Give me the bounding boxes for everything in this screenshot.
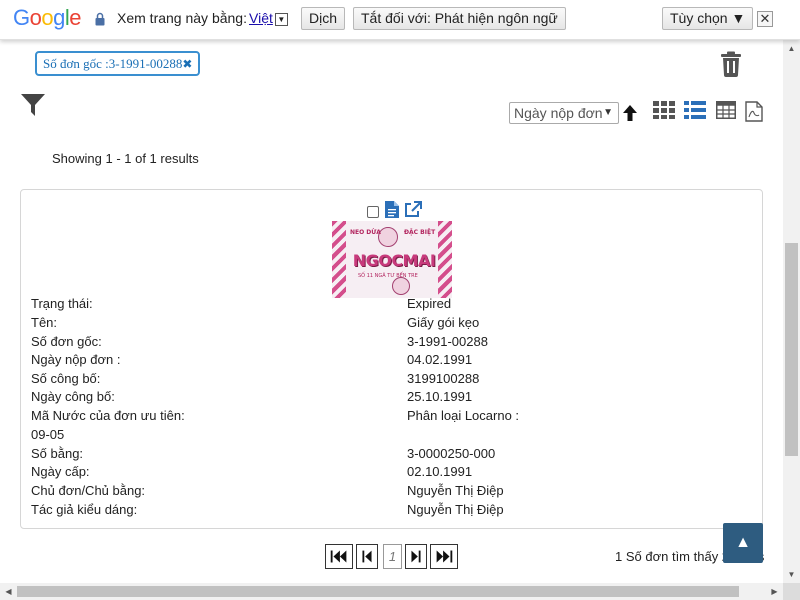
thumbnail-brand: NGOCMAI — [352, 251, 436, 270]
next-page-button[interactable] — [405, 544, 427, 569]
field-label: Ngày công bố: — [31, 389, 115, 404]
field-label: Số công bố: — [31, 371, 101, 386]
field-label: Tác giả kiểu dáng: — [31, 502, 138, 517]
sort-ascending-icon[interactable] — [622, 104, 638, 122]
translate-bar: Google Xem trang này bằng: Việt ▼ Dịch Tắ… — [0, 0, 800, 40]
thumbnail-text: ĐẶC BIỆT — [404, 229, 436, 236]
document-icon[interactable] — [385, 201, 399, 218]
remove-filter-icon[interactable]: ✖ — [182, 57, 192, 71]
always-off-button[interactable]: Tắt đối với: Phát hiện ngôn ngữ — [353, 7, 566, 30]
scrollbar-corner — [783, 583, 800, 600]
vertical-scroll-thumb[interactable] — [785, 243, 798, 456]
field-value: Nguyễn Thị Điệp — [407, 502, 504, 517]
thumbnail-border-left — [332, 221, 346, 298]
logo-letter: o — [29, 5, 42, 30]
scroll-right-arrow-icon[interactable]: ▶ — [766, 583, 783, 600]
field-label: Tên: — [31, 315, 58, 330]
close-translate-button[interactable]: ✕ — [757, 11, 773, 27]
field-value: Expired — [407, 296, 452, 311]
apple-graphic — [378, 227, 398, 247]
pdf-export-icon[interactable] — [745, 101, 763, 122]
last-page-button[interactable] — [430, 544, 458, 569]
options-button[interactable]: Tùy chọn ▼ — [662, 7, 754, 30]
thumbnail-border-right — [438, 221, 452, 298]
back-to-top-button[interactable]: ▲ — [723, 523, 763, 563]
sort-select[interactable]: Ngày nộp đơn ▼ — [509, 102, 619, 124]
logo-letter: e — [69, 5, 82, 30]
field-value: Nguyễn Thị Điệp — [407, 483, 504, 498]
field-label: Chủ đơn/Chủ bằng: — [31, 483, 146, 498]
scroll-left-arrow-icon[interactable]: ◀ — [0, 583, 17, 600]
design-thumbnail[interactable]: NEO DỪA ĐẶC BIỆT NGOCMAI SỐ 11 NGÃ TƯ BẾ… — [332, 221, 452, 298]
current-page-input[interactable]: 1 — [383, 544, 402, 569]
sort-select-value: Ngày nộp đơn — [514, 105, 603, 121]
view-in-label: Xem trang này bằng: — [117, 10, 247, 26]
table-view-icon[interactable] — [716, 101, 736, 119]
filter-chip-label: Số đơn gốc :3-1991-00288 — [43, 56, 183, 71]
logo-letter: G — [13, 5, 30, 30]
logo-letter: g — [53, 5, 65, 30]
results-summary: Showing 1 - 1 of 1 results — [52, 151, 199, 166]
external-link-icon[interactable] — [404, 201, 422, 218]
field-value: 3199100288 — [407, 371, 480, 386]
dropdown-arrow-icon[interactable]: ▼ — [274, 13, 288, 26]
field-label: Mã Nước của đơn ưu tiên: — [31, 408, 185, 423]
scroll-up-arrow-icon[interactable]: ▲ — [783, 40, 800, 57]
thumbnail-text: NEO DỪA — [350, 229, 381, 236]
field-value: Phân loại Locarno : — [407, 408, 520, 423]
language-selector[interactable]: Việt ▼ — [249, 10, 288, 26]
select-record-checkbox[interactable] — [367, 206, 379, 218]
field-value: 02.10.1991 — [407, 464, 473, 479]
chevron-down-icon: ▼ — [603, 107, 613, 118]
field-label: Trạng thái: — [31, 296, 93, 311]
filter-chip[interactable]: Số đơn gốc :3-1991-00288✖ — [35, 51, 201, 76]
trash-icon[interactable] — [719, 51, 743, 77]
field-value: 3-1991-00288 — [407, 334, 488, 349]
apple-graphic — [392, 277, 410, 295]
field-value: Giấy gói kẹo — [407, 315, 480, 330]
lock-icon — [95, 12, 105, 26]
field-value: 25.10.1991 — [407, 389, 473, 404]
translate-button[interactable]: Dịch — [301, 7, 346, 30]
google-logo: Google — [13, 5, 82, 31]
previous-page-button[interactable] — [356, 544, 378, 569]
list-view-icon[interactable] — [684, 101, 706, 119]
field-label: Ngày cấp: — [31, 464, 90, 479]
field-label: Ngày nộp đơn : — [31, 352, 121, 367]
field-label: Số bằng: — [31, 446, 84, 461]
field-label: Số đơn gốc: — [31, 334, 102, 349]
filter-icon[interactable] — [21, 94, 45, 116]
field-label: 09-05 — [31, 427, 65, 442]
field-value: 04.02.1991 — [407, 352, 473, 367]
horizontal-scroll-thumb[interactable] — [17, 586, 739, 597]
field-value: 3-0000250-000 — [407, 446, 496, 461]
scroll-down-arrow-icon[interactable]: ▼ — [783, 566, 800, 583]
first-page-button[interactable] — [325, 544, 353, 569]
language-link[interactable]: Việt — [249, 10, 273, 26]
grid-view-icon[interactable] — [653, 101, 675, 119]
logo-letter: o — [41, 5, 54, 30]
thumbnail-text: SỐ 11 NGÃ TƯ BẾN TRE — [358, 273, 418, 279]
